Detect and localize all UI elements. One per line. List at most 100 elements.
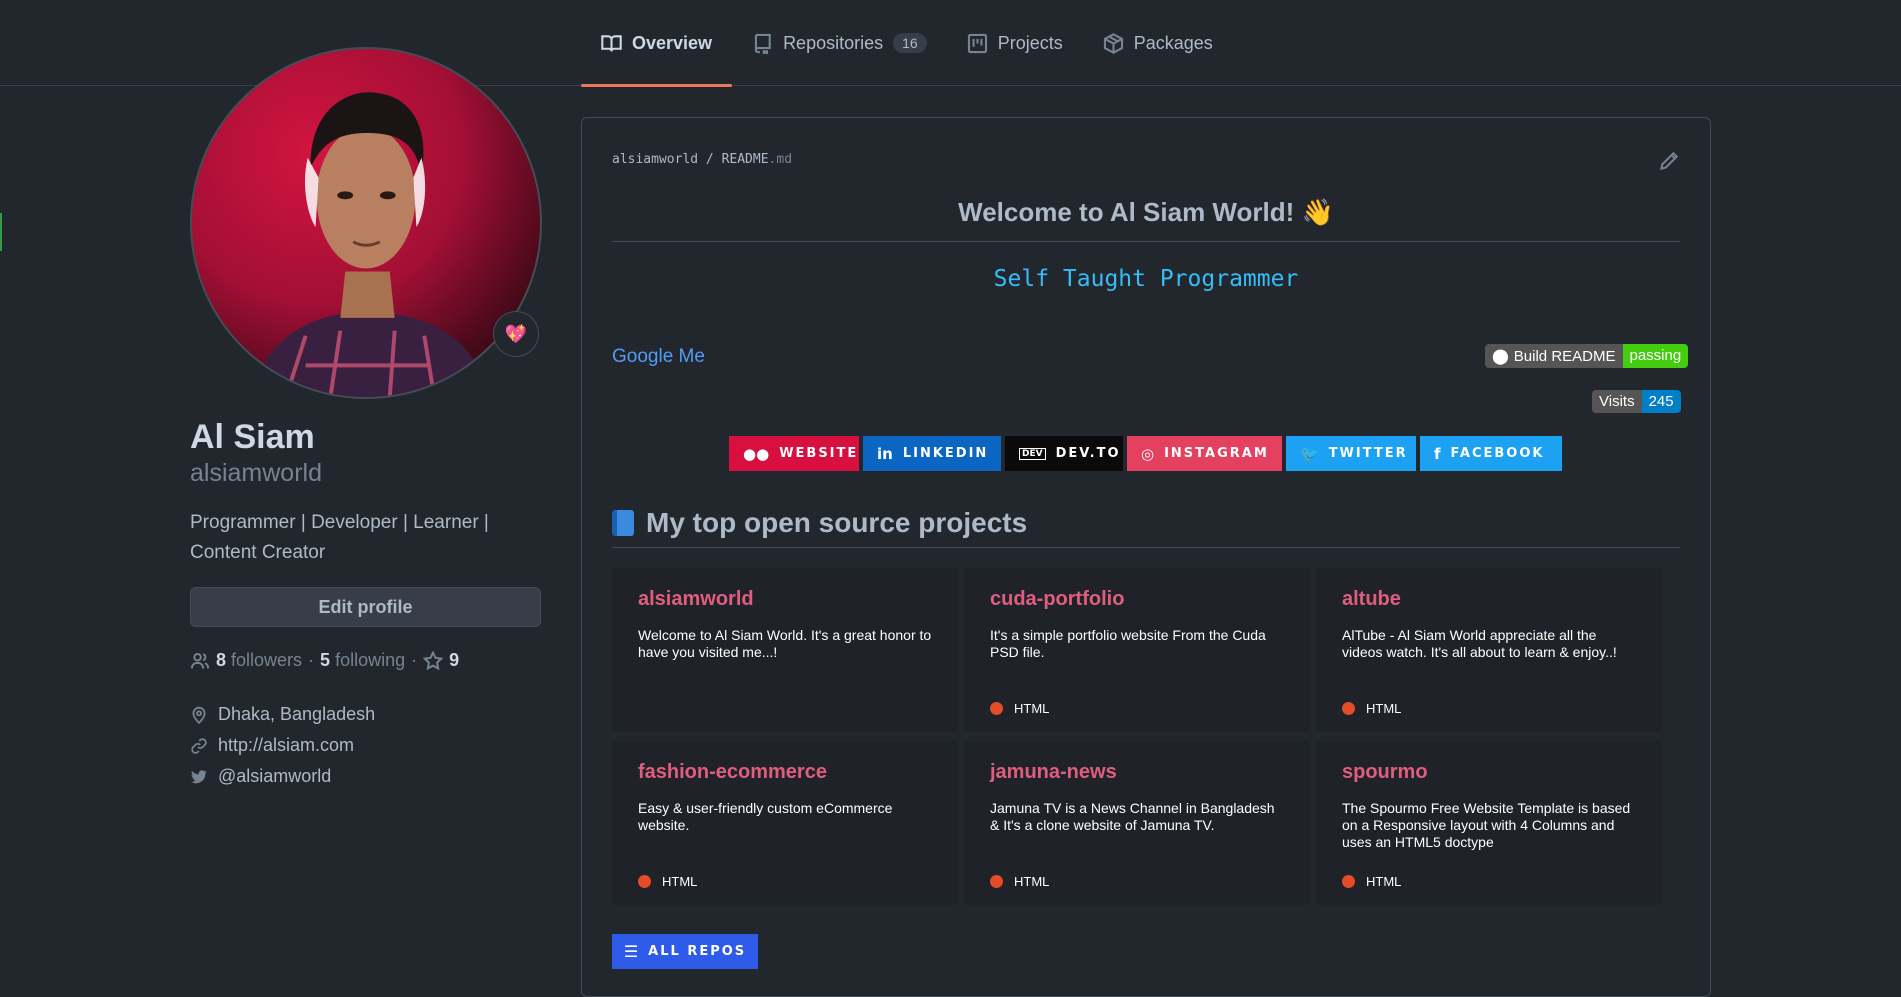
location-row: Dhaka, Bangladesh (190, 699, 375, 730)
list-icon: ☰ (623, 942, 639, 961)
language-dot (1342, 875, 1355, 888)
facebook-icon: f (1434, 444, 1441, 463)
facebook-badge[interactable]: f FACEBOOK (1420, 436, 1562, 471)
avatar-portrait (251, 92, 489, 397)
twitter-icon (191, 769, 207, 783)
social-label: TWITTER (1328, 446, 1408, 461)
projects-heading: My top open source projects (612, 507, 1027, 539)
language-label: HTML (1014, 701, 1050, 716)
path-ext: .md (768, 152, 793, 167)
project-language: HTML (638, 874, 697, 889)
social-label: LINKEDIN (902, 446, 989, 461)
edit-readme-button[interactable] (1659, 151, 1679, 171)
website-badge[interactable]: ●● WEBSITE (729, 436, 859, 471)
twitter-bird-icon: 🐦 (1300, 444, 1319, 463)
twitter-handle[interactable]: @alsiamworld (218, 766, 331, 787)
following-count[interactable]: 5 (320, 650, 330, 671)
project-language: HTML (990, 874, 1049, 889)
pencil-icon (1660, 151, 1679, 170)
project-card[interactable]: altube AlTube - Al Siam World appreciate… (1316, 568, 1662, 732)
tab-repositories[interactable]: Repositories 16 (732, 0, 947, 86)
all-repos-label: ALL REPOS (648, 944, 747, 959)
instagram-icon: ◎ (1141, 444, 1155, 463)
project-title: fashion-ecommerce (638, 761, 827, 783)
project-description: The Spourmo Free Website Template is bas… (1342, 800, 1631, 850)
profile-login: alsiamworld (190, 459, 322, 487)
repo-icon (754, 33, 771, 54)
readme-path: alsiamworld / README.md (612, 152, 792, 167)
divider (612, 241, 1680, 242)
language-dot (990, 702, 1003, 715)
project-card[interactable]: jamuna-news Jamuna TV is a News Channel … (964, 741, 1310, 905)
stars-count[interactable]: 9 (449, 650, 459, 671)
avatar[interactable] (190, 47, 542, 399)
twitter-row: @alsiamworld (190, 761, 375, 792)
book-icon (601, 34, 622, 52)
social-label: INSTAGRAM (1164, 446, 1269, 461)
website-row: http://alsiam.com (190, 730, 375, 761)
divider (612, 547, 1680, 548)
following-label[interactable]: following (335, 650, 405, 671)
language-label: HTML (1366, 701, 1402, 716)
social-badges: ●● WEBSITE in LINKEDIN DEV DEV.TO ◎ INST… (729, 436, 1562, 471)
project-icon (967, 33, 987, 53)
project-title: altube (1342, 588, 1401, 610)
social-label: WEBSITE (779, 446, 859, 461)
build-readme-badge[interactable]: ⬤ Build README passing (1485, 344, 1689, 368)
follow-stats: 8 followers · 5 following · 9 (190, 650, 464, 671)
tab-overview[interactable]: Overview (581, 0, 733, 87)
separator: · (411, 650, 418, 670)
window-edge-marker (0, 213, 2, 251)
project-language: HTML (1342, 874, 1401, 889)
visits-label: Visits (1592, 390, 1642, 413)
project-card[interactable]: spourmo The Spourmo Free Website Templat… (1316, 741, 1662, 905)
profile-name: Al Siam (190, 418, 315, 456)
language-dot (990, 875, 1003, 888)
visits-badge: Visits 245 (1592, 390, 1681, 413)
repo-count-badge: 16 (893, 33, 927, 53)
project-card[interactable]: alsiamworld Welcome to Al Siam World. It… (612, 568, 958, 732)
path-separator: / (705, 152, 714, 167)
tab-packages[interactable]: Packages (1083, 0, 1233, 86)
devto-icon: DEV (1019, 447, 1046, 460)
google-me-link[interactable]: Google Me (612, 346, 705, 368)
twitter-badge[interactable]: 🐦 TWITTER (1286, 436, 1416, 471)
website-link[interactable]: http://alsiam.com (218, 735, 354, 756)
status-emoji-button[interactable]: 💖 (493, 311, 539, 357)
language-label: HTML (662, 874, 698, 889)
projects-heading-text: My top open source projects (646, 507, 1028, 538)
typing-banner: Self Taught Programmer (993, 266, 1299, 292)
people-icon (190, 652, 210, 669)
language-label: HTML (1014, 874, 1050, 889)
tab-label: Repositories (783, 32, 884, 53)
profile-tabs: Overview Repositories 16 Projects Packag… (581, 0, 1233, 87)
instagram-badge[interactable]: ◎ INSTAGRAM (1127, 436, 1282, 471)
tab-projects[interactable]: Projects (947, 0, 1083, 86)
edit-profile-button[interactable]: Edit profile (190, 587, 541, 627)
project-card[interactable]: cuda-portfolio It's a simple portfolio w… (964, 568, 1310, 732)
build-badge-label: Build README (1513, 347, 1616, 365)
linkedin-badge[interactable]: in LINKEDIN (863, 436, 1001, 471)
package-icon (1103, 32, 1123, 54)
path-owner[interactable]: alsiamworld (612, 152, 698, 167)
project-card[interactable]: fashion-ecommerce Easy & user-friendly c… (612, 741, 958, 905)
devto-badge[interactable]: DEV DEV.TO (1005, 436, 1123, 471)
all-repos-button[interactable]: ☰ ALL REPOS (612, 934, 758, 969)
location-text: Dhaka, Bangladesh (218, 704, 376, 724)
project-title: alsiamworld (638, 588, 754, 610)
language-dot (638, 875, 651, 888)
github-icon: ⬤ (1492, 348, 1509, 365)
tab-label: Packages (1133, 32, 1213, 53)
project-language: HTML (990, 701, 1049, 716)
link-icon (191, 737, 207, 754)
project-title: cuda-portfolio (990, 588, 1125, 610)
project-description: AlTube - Al Siam World appreciate all th… (1342, 627, 1617, 660)
project-language: HTML (1342, 701, 1401, 716)
social-label: DEV.TO (1055, 446, 1121, 461)
followers-label[interactable]: followers (231, 650, 302, 671)
project-title: jamuna-news (990, 761, 1117, 783)
separator: · (308, 650, 315, 670)
followers-count[interactable]: 8 (216, 650, 226, 671)
build-badge-label-wrap: ⬤ Build README (1485, 344, 1623, 368)
blue-book-icon (612, 510, 634, 536)
